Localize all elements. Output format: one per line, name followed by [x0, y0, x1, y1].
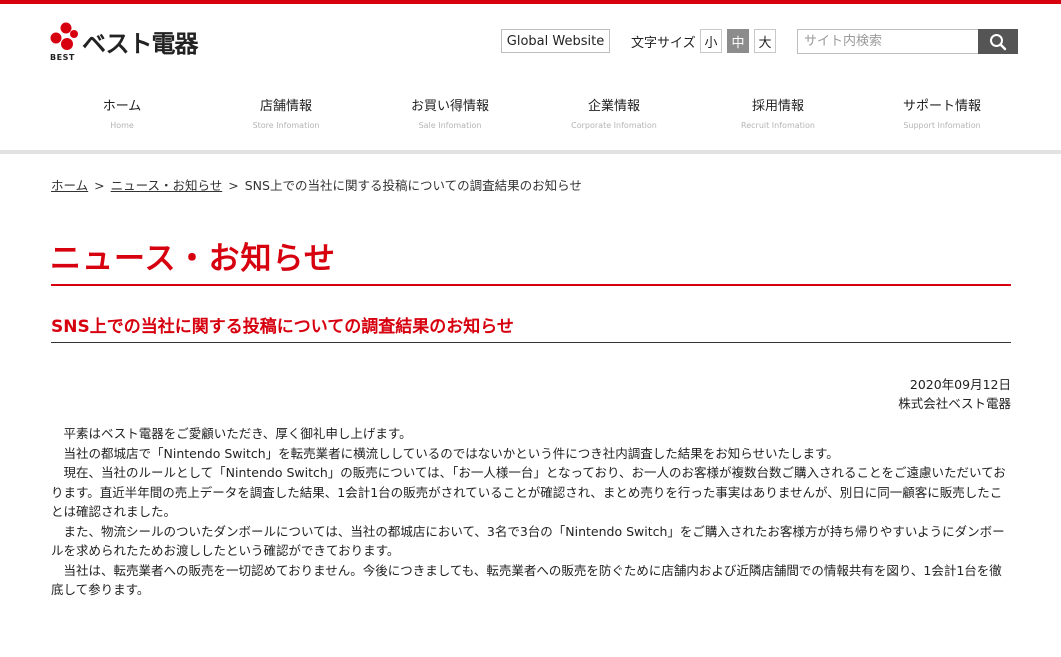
nav-label: 店舗情報 [259, 99, 312, 114]
global-nav: ホーム Home 店舗情報 Store Infomation お買い得情報 Sa… [40, 98, 1024, 138]
article-paragraph: 現在、当社のルールとして「Nintendo Switch」の販売については、「お… [51, 465, 1006, 519]
nav-sublabel: Sale Infomation [418, 121, 482, 130]
font-size-label: 文字サイズ [631, 36, 696, 51]
nav-label: ホーム [102, 99, 142, 114]
nav-sublabel: Corporate Infomation [571, 121, 657, 130]
breadcrumb-current: SNS上での当社に関する投稿についての調査結果のお知らせ [244, 178, 582, 193]
article-company: 株式会社ベスト電器 [898, 396, 1011, 411]
article-paragraph: また、物流シールのついたダンボールについては、当社の都城店において、3名で3台の… [51, 523, 1005, 559]
nav-item-corporate[interactable]: 企業情報 Corporate Infomation [532, 98, 696, 138]
breadcrumb-link-news[interactable]: ニュース・お知らせ [111, 178, 223, 193]
nav-label: 採用情報 [751, 99, 804, 114]
breadcrumb-separator: > [94, 178, 105, 193]
article-meta: 2020年09月12日 株式会社ベスト電器 [898, 375, 1011, 413]
nav-sublabel: Support Infomation [903, 121, 981, 130]
breadcrumb: ホーム > ニュース・お知らせ > SNS上での当社に関する投稿についての調査結果のお知… [51, 175, 582, 194]
article-paragraph: 平素はベスト電器をご愛顧いただき、厚く御礼申し上げます。 [63, 426, 412, 441]
article-date: 2020年09月12日 [909, 377, 1011, 392]
font-size-small-button[interactable]: 小 [700, 29, 722, 53]
site-search-input[interactable] [797, 29, 978, 54]
nav-item-recruit[interactable]: 採用情報 Recruit Infomation [696, 98, 860, 138]
article-title-divider [51, 342, 1011, 343]
breadcrumb-separator: > [228, 178, 239, 193]
article-title: SNS上での当社に関する投稿についての調査結果のお知らせ [51, 317, 514, 337]
nav-item-home[interactable]: ホーム Home [40, 98, 204, 138]
title-divider [51, 284, 1011, 286]
article-body: 平素はベスト電器をご愛顧いただき、厚く御礼申し上げます。 当社の都城店で「Nin… [51, 424, 1011, 600]
font-size-medium-button[interactable]: 中 [727, 29, 749, 53]
article-paragraph: 当社の都城店で「Nintendo Switch」を転売業者に横流ししているのでは… [63, 445, 839, 461]
breadcrumb-link-home[interactable]: ホーム [51, 178, 88, 193]
nav-divider [0, 150, 1061, 154]
top-accent-bar [0, 0, 1061, 4]
font-size-large-button[interactable]: 大 [754, 29, 776, 53]
nav-sublabel: Store Infomation [252, 121, 320, 130]
nav-item-store[interactable]: 店舗情報 Store Infomation [204, 98, 368, 138]
global-website-button[interactable]: Global Website [501, 29, 610, 53]
logo-mark-icon [50, 22, 78, 50]
logo-text: ベスト電器 [82, 30, 198, 58]
search-icon [990, 33, 1007, 50]
nav-item-support[interactable]: サポート情報 Support Infomation [860, 98, 1024, 138]
logo-sub-text: BEST [50, 53, 75, 62]
page-title: ニュース・お知らせ [50, 241, 336, 277]
nav-item-sale[interactable]: お買い得情報 Sale Infomation [368, 98, 532, 138]
site-logo[interactable]: ベスト電器 BEST [48, 22, 223, 64]
nav-sublabel: Home [110, 121, 134, 130]
nav-label: お買い得情報 [410, 99, 489, 114]
search-button[interactable] [978, 29, 1018, 54]
article-paragraph: 当社は、転売業者への販売を一切認めておりません。今後につきましても、転売業者への… [51, 562, 1002, 598]
nav-label: サポート情報 [902, 99, 981, 114]
nav-sublabel: Recruit Infomation [741, 121, 815, 130]
nav-label: 企業情報 [587, 99, 640, 114]
